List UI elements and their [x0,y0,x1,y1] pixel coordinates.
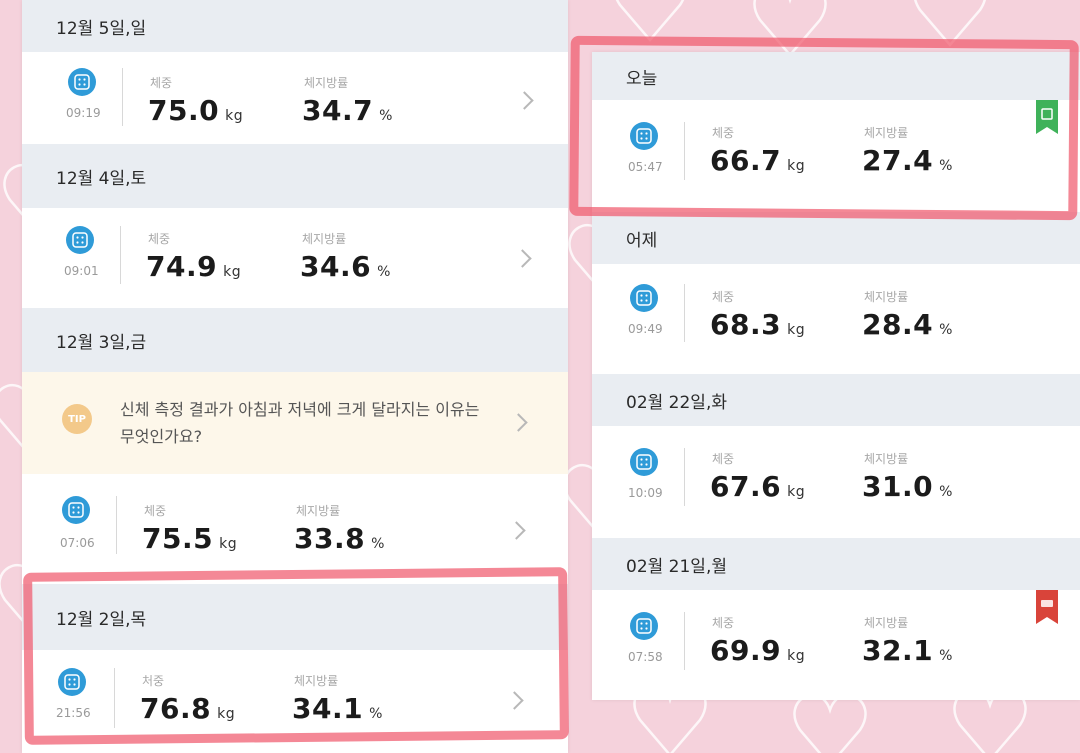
date-label: 12월 4일,토 [56,168,147,189]
weight-value: 75.5 kg [142,522,238,555]
measurement-row[interactable]: 07:06 체중 75.5 kg 체지방률 33.8% [22,474,568,584]
date-header: 12월 3일,금 [22,308,568,372]
chevron-right-icon [507,521,526,540]
date-header: 12월 4일,토 [22,144,568,208]
date-label: 02월 21일,월 [626,556,727,577]
scale-icon [630,448,658,476]
tip-badge: TIP [62,404,92,434]
fat-label: 체지방률 [304,76,349,90]
date-header: 12월 5일,일 [22,0,568,52]
weight-label: 체중 [144,504,167,518]
fat-value: 34.1% [292,692,383,725]
scale-icon [62,496,90,524]
date-header: 12월 2일,목 [22,584,568,650]
divider [114,668,115,728]
fat-value: 28.4% [862,308,953,341]
history-list-right: 오늘 05:47 체중 66.7 kg 체지방률 27.4% 어제 09:49 체… [592,52,1080,700]
fat-label: 체지방률 [864,616,909,630]
time-label: 07:58 [628,650,663,664]
scale-icon [630,612,658,640]
weight-label: 체중 [712,616,735,630]
fat-label: 체지방률 [296,504,341,518]
measurement-row[interactable]: 10:09 체중 67.6 kg 체지방률 31.0% [592,426,1080,538]
fat-value: 32.1% [862,634,953,667]
fat-value: 33.8% [294,522,385,555]
fat-label: 체지방률 [864,126,909,140]
date-label: 12월 3일,금 [56,332,147,353]
weight-value: 66.7 kg [710,144,806,177]
weight-label: 처중 [142,674,165,688]
weight-label: 체중 [712,126,735,140]
divider [122,68,123,126]
time-label: 09:49 [628,322,663,336]
date-header: 02월 21일,월 [592,538,1080,590]
fat-label: 체지방률 [294,674,339,688]
divider [116,496,117,554]
scale-icon [66,226,94,254]
tip-card[interactable]: TIP 신체 측정 결과가 아침과 저녁에 크게 달라지는 이유는 무엇인가요? [22,372,568,474]
divider [120,226,121,284]
scale-icon [630,284,658,312]
time-label: 10:09 [628,486,663,500]
date-label: 12월 2일,목 [56,609,147,630]
fat-value: 27.4% [862,144,953,177]
time-label: 09:01 [64,264,99,278]
fat-label: 체지방률 [864,452,909,466]
measurement-row[interactable]: 07:58 체중 69.9 kg 체지방률 32.1% [592,590,1080,700]
date-label: 오늘 [626,68,658,89]
chevron-right-icon [515,91,534,110]
time-label: 09:19 [66,106,101,120]
weight-value: 75.0 kg [148,94,244,127]
weight-value: 68.3 kg [710,308,806,341]
divider [684,284,685,342]
fat-value: 31.0% [862,470,953,503]
chevron-right-icon [513,249,532,268]
measurement-row[interactable]: 09:49 체중 68.3 kg 체지방률 28.4% [592,264,1080,374]
time-label: 05:47 [628,160,663,174]
weight-label: 체중 [150,76,173,90]
divider [684,448,685,506]
measurement-row[interactable]: 09:01 체중 74.9 kg 체지방률 34.6% [22,208,568,308]
divider [684,122,685,180]
measurement-row[interactable]: 05:47 체중 66.7 kg 체지방률 27.4% [592,100,1080,212]
fat-label: 체지방률 [302,232,347,246]
history-list-left: 12월 5일,일 09:19 체중 75.0 kg 체지방률 34.7% 12월 … [22,0,568,753]
weight-label: 체중 [712,452,735,466]
weight-value: 67.6 kg [710,470,806,503]
date-header: 02월 22일,화 [592,374,1080,426]
date-header: 오늘 [592,52,1080,100]
weight-value: 76.8 kg [140,692,236,725]
fat-label: 체지방률 [864,290,909,304]
date-label: 02월 22일,화 [626,392,727,413]
fat-value: 34.7% [302,94,393,127]
time-label: 07:06 [60,536,95,550]
divider [684,612,685,670]
scale-icon [68,68,96,96]
date-header: 어제 [592,212,1080,264]
chevron-right-icon [509,413,528,432]
weight-value: 74.9 kg [146,250,242,283]
date-label: 12월 5일,일 [56,18,147,39]
weight-label: 체중 [712,290,735,304]
date-label: 어제 [626,230,658,251]
time-label: 21:56 [56,706,91,720]
fat-value: 34.6% [300,250,391,283]
chevron-right-icon [505,691,524,710]
red-ribbon-badge-icon [1036,590,1058,624]
tip-text: 신체 측정 결과가 아침과 저녁에 크게 달라지는 이유는 무엇인가요? [120,400,480,446]
scale-icon [630,122,658,150]
measurement-row[interactable]: 21:56 처중 76.8 kg 체지방률 34.1% [22,650,568,753]
weight-value: 69.9 kg [710,634,806,667]
scale-icon [58,668,86,696]
measurement-row[interactable]: 09:19 체중 75.0 kg 체지방률 34.7% [22,52,568,144]
weight-label: 체중 [148,232,171,246]
green-ribbon-badge-icon [1036,100,1058,134]
